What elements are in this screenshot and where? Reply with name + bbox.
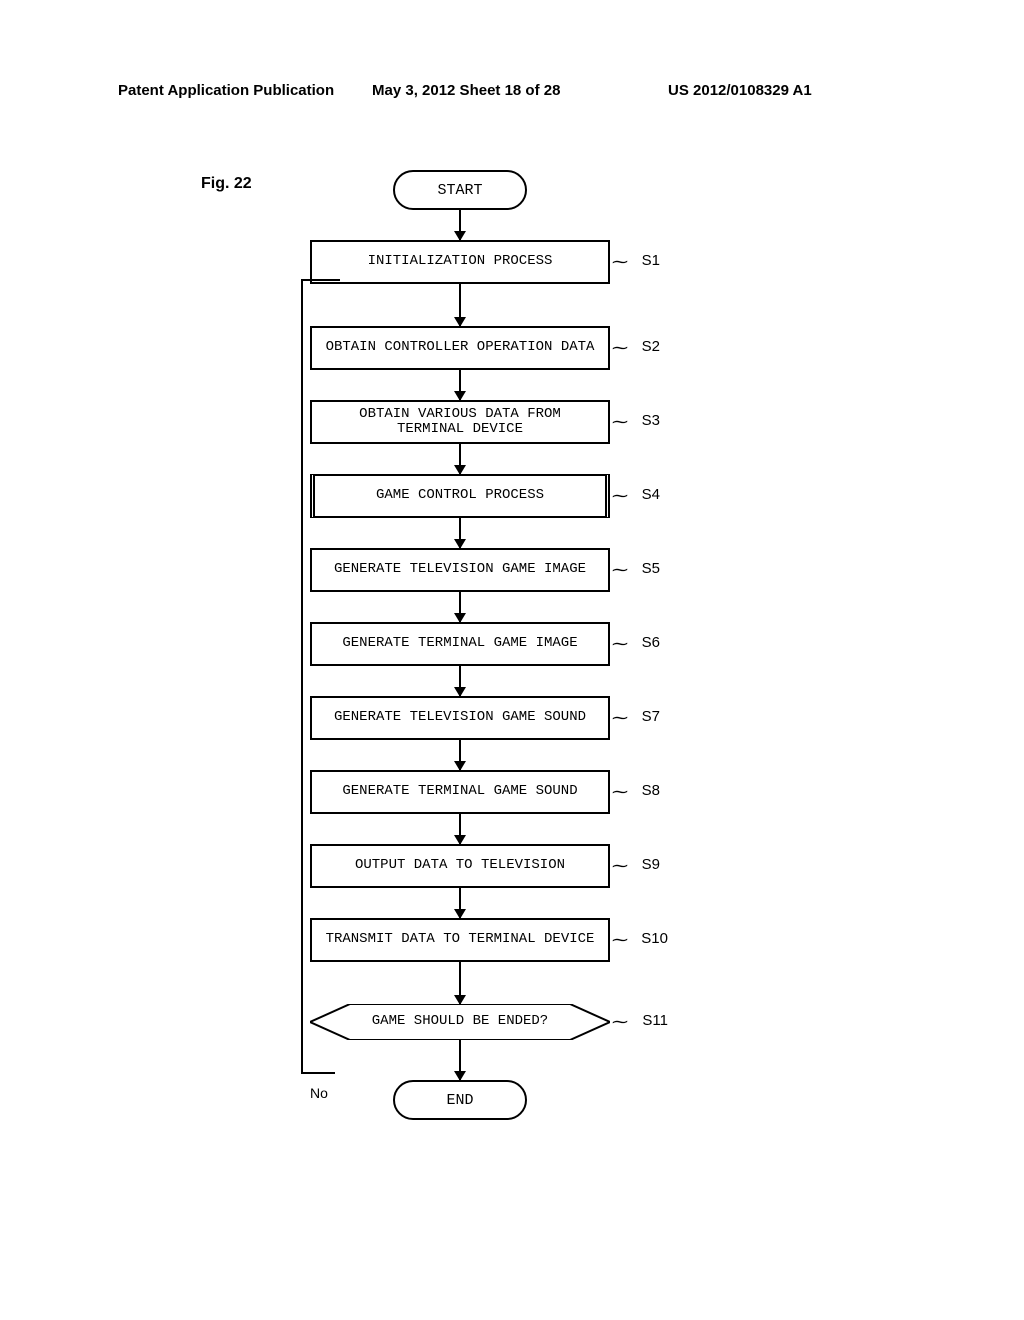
decision-text: GAME SHOULD BE ENDED? bbox=[310, 1013, 610, 1029]
step-text: OUTPUT DATA TO TELEVISION bbox=[355, 858, 565, 873]
tilde-icon: ⁓ bbox=[612, 1012, 628, 1032]
step-text: TRANSMIT DATA TO TERMINAL DEVICE bbox=[326, 932, 595, 947]
header-publication: Patent Application Publication bbox=[118, 82, 334, 99]
start-node: START bbox=[393, 170, 527, 210]
step-text: GAME CONTROL PROCESS bbox=[376, 488, 544, 503]
arrow-icon bbox=[459, 666, 461, 696]
step-label-s6: S6 bbox=[642, 634, 660, 651]
arrow-icon bbox=[459, 592, 461, 622]
step-label-s8: S8 bbox=[642, 782, 660, 799]
step-s7: GENERATE TELEVISION GAME SOUND bbox=[310, 696, 610, 740]
arrow-icon bbox=[459, 284, 461, 326]
step-s6: GENERATE TERMINAL GAME IMAGE bbox=[310, 622, 610, 666]
step-s1: INITIALIZATION PROCESS bbox=[310, 240, 610, 284]
step-text: GENERATE TERMINAL GAME IMAGE bbox=[342, 636, 577, 651]
step-label-s4: S4 bbox=[642, 486, 660, 503]
arrow-icon bbox=[459, 444, 461, 474]
step-text: GENERATE TELEVISION GAME SOUND bbox=[334, 710, 586, 725]
step-text: OBTAIN VARIOUS DATA FROM TERMINAL DEVICE bbox=[359, 407, 561, 438]
step-label-s2: S2 bbox=[642, 338, 660, 355]
step-label-s1: S1 bbox=[642, 252, 660, 269]
tilde-icon: ⁓ bbox=[612, 252, 628, 272]
arrow-icon bbox=[459, 740, 461, 770]
step-label-s7: S7 bbox=[642, 708, 660, 725]
tilde-icon: ⁓ bbox=[612, 560, 628, 580]
step-text: OBTAIN CONTROLLER OPERATION DATA bbox=[326, 340, 595, 355]
step-text: GENERATE TELEVISION GAME IMAGE bbox=[334, 562, 586, 577]
step-s9: OUTPUT DATA TO TELEVISION bbox=[310, 844, 610, 888]
tilde-icon: ⁓ bbox=[612, 486, 628, 506]
tilde-icon: ⁓ bbox=[612, 412, 628, 432]
step-s3: OBTAIN VARIOUS DATA FROM TERMINAL DEVICE bbox=[310, 400, 610, 444]
step-label-s11: S11 bbox=[642, 1012, 668, 1029]
step-label-s9: S9 bbox=[642, 856, 660, 873]
figure-label: Fig. 22 bbox=[201, 175, 252, 193]
header-date-sheet: May 3, 2012 Sheet 18 of 28 bbox=[372, 82, 560, 99]
tilde-icon: ⁓ bbox=[612, 782, 628, 802]
arrow-icon bbox=[459, 888, 461, 918]
flowchart: START INITIALIZATION PROCESS ⁓ S1 OBTAIN… bbox=[310, 170, 610, 1120]
decision-s11: GAME SHOULD BE ENDED? bbox=[310, 1004, 610, 1040]
tilde-icon: ⁓ bbox=[612, 856, 628, 876]
step-s10: TRANSMIT DATA TO TERMINAL DEVICE bbox=[310, 918, 610, 962]
step-label-s3: S3 bbox=[642, 412, 660, 429]
tilde-icon: ⁓ bbox=[612, 634, 628, 654]
tilde-icon: ⁓ bbox=[612, 338, 628, 358]
arrow-icon bbox=[459, 814, 461, 844]
step-s4: GAME CONTROL PROCESS bbox=[310, 474, 610, 518]
tilde-icon: ⁓ bbox=[612, 930, 628, 950]
arrow-icon bbox=[459, 518, 461, 548]
arrow-icon bbox=[459, 1040, 461, 1080]
arrow-icon bbox=[459, 370, 461, 400]
step-text: INITIALIZATION PROCESS bbox=[368, 254, 553, 269]
end-node: END bbox=[393, 1080, 527, 1120]
step-label-s10: S10 bbox=[641, 930, 668, 947]
header-patent-number: US 2012/0108329 A1 bbox=[668, 82, 812, 99]
arrow-icon bbox=[459, 210, 461, 240]
tilde-icon: ⁓ bbox=[612, 708, 628, 728]
step-text: GENERATE TERMINAL GAME SOUND bbox=[342, 784, 577, 799]
step-s8: GENERATE TERMINAL GAME SOUND bbox=[310, 770, 610, 814]
step-s5: GENERATE TELEVISION GAME IMAGE bbox=[310, 548, 610, 592]
step-label-s5: S5 bbox=[642, 560, 660, 577]
start-text: START bbox=[437, 182, 482, 199]
step-s2: OBTAIN CONTROLLER OPERATION DATA bbox=[310, 326, 610, 370]
end-text: END bbox=[446, 1092, 473, 1109]
arrow-icon bbox=[459, 962, 461, 1004]
